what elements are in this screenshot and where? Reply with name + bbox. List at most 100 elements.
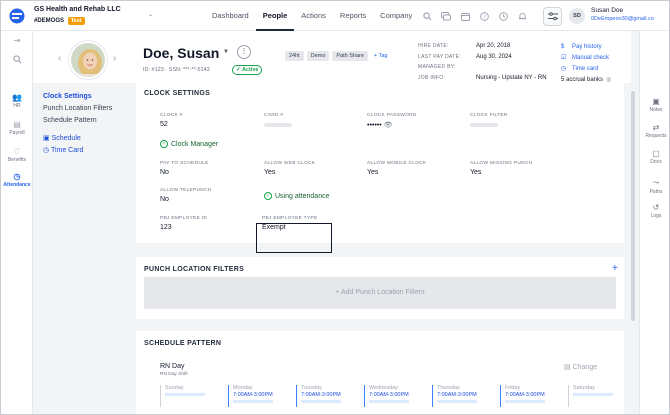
meta-job-info: JOB INFO: Nursing - Upstate NY - RN — [418, 73, 547, 84]
add-filter-plus-icon[interactable]: + — [612, 263, 618, 274]
day-saturday[interactable]: Saturday — [568, 385, 630, 407]
clock-password-field: CLOCK PASSWORD •••••• 👁 — [367, 113, 417, 129]
rrail-notes[interactable]: ▣ Notes — [640, 97, 669, 113]
company-switch-chevron-icon[interactable]: ⌄ — [148, 11, 153, 18]
chat-icon[interactable] — [440, 10, 452, 22]
add-tag-button[interactable]: + Tag — [371, 51, 391, 61]
clock-icon[interactable] — [497, 10, 509, 22]
day-friday[interactable]: Friday 7:00AM-3:00PM — [500, 385, 562, 407]
pay-to-schedule-value[interactable]: No — [160, 169, 209, 176]
pbj-employee-type-label: PBJ EMPLOYEE TYPE — [262, 216, 318, 221]
main-scrollbar[interactable] — [631, 91, 635, 321]
subnav-time-card-link[interactable]: ◷ Time Card — [43, 146, 112, 158]
using-attendance-check[interactable]: ✓ Using attendance — [264, 192, 329, 200]
nav-reports[interactable]: Reports — [333, 1, 373, 31]
dollar-icon: $ — [561, 43, 565, 50]
manual-check-label: Manual check — [572, 54, 610, 61]
allow-mobile-clock-value[interactable]: Yes — [367, 169, 427, 176]
meta-label: JOB INFO: — [418, 74, 446, 81]
rrail-paths[interactable]: ⤳ Paths — [640, 178, 669, 195]
search-icon[interactable] — [421, 10, 433, 22]
day-time: 7:00AM-3:00PM — [369, 392, 409, 398]
pbj-employee-id-value[interactable]: 123 — [160, 224, 207, 231]
nav-people[interactable]: People — [255, 1, 295, 31]
prev-employee-chevron-icon[interactable]: ‹ — [58, 53, 61, 64]
tag-chip[interactable]: Path Share — [332, 51, 368, 61]
day-monday[interactable]: Monday 7:00AM-3:00PM — [228, 385, 290, 407]
calendar-icon[interactable] — [459, 10, 471, 22]
help-icon[interactable]: ? — [478, 10, 490, 22]
day-thursday[interactable]: Thursday 7:00AM-3:00PM — [432, 385, 494, 407]
collapse-sidebar-icon[interactable]: ⇥ — [1, 36, 33, 46]
day-sunday[interactable]: Sunday — [160, 385, 222, 407]
user-avatar[interactable]: SD — [569, 8, 585, 24]
rrail-docs[interactable]: ▢ Docs — [640, 149, 669, 165]
logs-icon: ↺ — [652, 203, 660, 212]
rail-hr[interactable]: 👥 HR — [1, 93, 33, 109]
people-icon: 👥 — [12, 93, 22, 102]
time-card-link[interactable]: ◷ Time card — [561, 63, 611, 74]
check-circle-icon: ✓ — [264, 192, 272, 200]
punch-location-filters-card: PUNCH LOCATION FILTERS + + Add Punch Loc… — [136, 257, 624, 319]
meta-label: LAST PAY DATE: — [418, 53, 461, 60]
clock-manager-check[interactable]: ✓ Clock Manager — [160, 140, 218, 148]
eye-icon[interactable]: 👁 — [384, 122, 393, 129]
manual-check-link[interactable]: ☑ Manual check — [561, 52, 611, 63]
day-wednesday[interactable]: Wednesday 7:00AM-3:00PM — [364, 385, 426, 407]
main-nav: Dashboard People Actions Reports Company — [205, 1, 419, 31]
rail-attendance[interactable]: ◷ Attendance — [1, 172, 33, 188]
change-schedule-button[interactable]: ▤ Change — [564, 363, 597, 371]
requests-icon: ⇄ — [652, 123, 660, 132]
notes-icon: ▣ — [652, 97, 660, 106]
company-logo-icon[interactable] — [9, 8, 25, 24]
clock-password-value[interactable]: •••••• 👁 — [367, 121, 417, 129]
meta-value: Apr 20, 2018 — [476, 43, 511, 50]
allow-missing-punch-field: ALLOW MISSING PUNCH Yes — [470, 161, 532, 176]
day-name: Thursday — [437, 385, 460, 391]
subnav-schedule-pattern[interactable]: Schedule Pattern — [43, 117, 112, 129]
bell-icon[interactable] — [516, 10, 528, 22]
more-options-icon[interactable]: ⋮ — [237, 45, 251, 59]
add-punch-location-filter-button[interactable]: + Add Punch Location Filters — [144, 277, 616, 309]
app-window: GS Health and Rehab LLC #DEMOGS Test ⌄ D… — [0, 0, 670, 415]
rail-search-icon[interactable] — [1, 55, 33, 67]
rail-attendance-label: Attendance — [3, 182, 31, 188]
pbj-employee-id-field: PBJ EMPLOYEE ID 123 — [160, 216, 207, 231]
pay-history-link[interactable]: $ Pay history — [561, 41, 611, 52]
day-name: Monday — [233, 385, 253, 391]
nav-dashboard[interactable]: Dashboard — [205, 1, 256, 31]
shift-name: RN Day — [160, 363, 185, 370]
rail-payroll[interactable]: ▤ Payroll — [1, 120, 33, 136]
day-bar — [505, 400, 545, 403]
subnav-clock-settings[interactable]: Clock Settings — [43, 93, 112, 105]
employee-dropdown-icon[interactable]: ▼ — [223, 49, 229, 55]
nav-actions[interactable]: Actions — [294, 1, 333, 31]
rail-benefits[interactable]: ♡ Benefits — [1, 147, 33, 163]
subnav-schedule-link[interactable]: ▣ Schedule — [43, 134, 112, 146]
company-name[interactable]: GS Health and Rehab LLC — [34, 6, 121, 13]
next-employee-chevron-icon[interactable]: › — [113, 53, 116, 64]
allow-missing-punch-value[interactable]: Yes — [470, 169, 532, 176]
pbj-employee-id-label: PBJ EMPLOYEE ID — [160, 216, 208, 221]
globe-icon: ◍ — [606, 77, 612, 83]
clock-filter-placeholder[interactable] — [470, 123, 498, 127]
card-number-placeholder[interactable] — [264, 123, 292, 127]
tag-chip[interactable]: 24ht — [285, 51, 304, 61]
allow-web-clock-value[interactable]: Yes — [264, 169, 315, 176]
rail-hr-label: HR — [13, 103, 21, 109]
allow-telepunch-value[interactable]: No — [160, 196, 212, 203]
allow-web-clock-field: ALLOW WEB CLOCK Yes — [264, 161, 315, 176]
clock-number-value[interactable]: 52 — [160, 121, 183, 128]
day-tuesday[interactable]: Tuesday 7:00AM-3:00PM — [296, 385, 358, 407]
allow-telepunch-label: ALLOW TELEPUNCH — [160, 188, 212, 193]
tag-chip[interactable]: Demo — [306, 51, 330, 61]
nav-company[interactable]: Company — [373, 1, 419, 31]
pbj-employee-type-value[interactable]: Exempt — [262, 224, 317, 231]
rrail-requests[interactable]: ⇄ Requests — [640, 123, 669, 139]
settings-sliders-icon[interactable] — [543, 7, 562, 26]
subnav-punch-location-filters[interactable]: Punch Location Filters — [43, 105, 112, 117]
rrail-logs[interactable]: ↺ Logs — [640, 203, 669, 219]
shift-subtitle: RN Day Shift — [160, 372, 188, 377]
user-name[interactable]: Susan Doe — [591, 7, 623, 14]
day-time: 7:00AM-3:00PM — [505, 392, 545, 398]
